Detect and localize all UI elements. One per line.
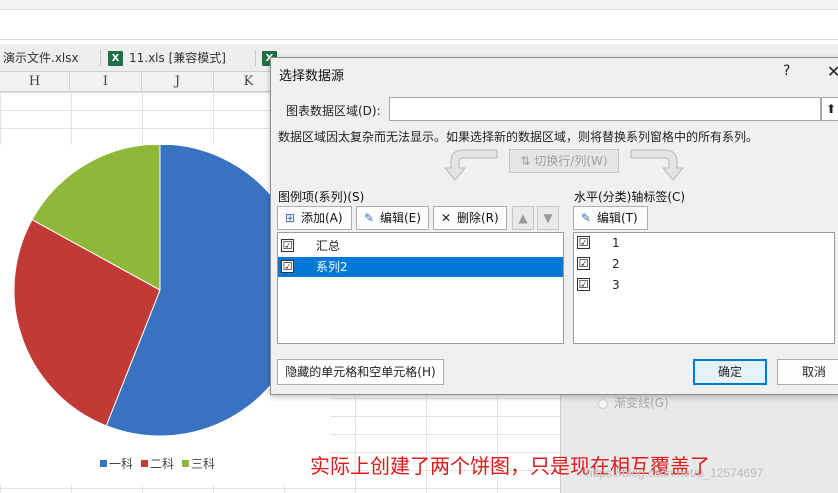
select-data-source-dialog: 选择数据源 ? ✕ 图表数据区域(D): ⬆ 数据区域因太复杂而无法显示。如果选… [270,57,838,395]
radio-icon [598,398,608,409]
series-item-series2[interactable]: ☑ 系列2 [278,257,563,277]
checkbox[interactable]: ☑ [577,257,590,270]
add-icon: ⊞ [284,211,296,225]
move-up-button[interactable]: ▲ [512,206,534,230]
tab-divider [100,50,101,66]
checkbox[interactable]: ☑ [577,236,590,249]
axis-label-text: 2 [612,257,620,271]
legend-swatch [100,460,107,467]
axis-toolbar: ✎ 编辑(T) [573,206,653,232]
chart-range-input[interactable] [389,97,821,121]
workbook-tab-11[interactable]: X 11.xls [兼容模式] [108,44,226,72]
switch-icon: ⇅ [520,154,535,168]
checkbox[interactable]: ☑ [577,278,590,291]
axis-label-item[interactable]: ☑ 2 [574,254,834,274]
dialog-title: 选择数据源 [279,69,345,84]
edit-label: 编辑(E) [380,211,421,225]
ok-button[interactable]: 确定 [693,359,767,385]
axis-label-item[interactable]: ☑ 3 [574,275,834,295]
watermark: https://blog.csdn.net/u_12574697 [586,466,764,480]
axis-edit-label: 编辑(T) [597,211,638,225]
legend-item[interactable]: 三科 [182,455,215,472]
legend-label: 一科 [109,457,134,471]
add-label: 添加(A) [301,211,343,225]
ribbon-strip [0,0,838,10]
series-toolbar: ⊞ 添加(A) ✎ 编辑(E) ✕ 删除(R) ▲ ▼ [277,206,567,232]
legend-item[interactable]: 二科 [141,455,174,472]
column-header-i[interactable]: I [70,72,142,92]
axis-labels-label: 水平(分类)轴标签(C) [574,190,686,204]
axis-label-text: 1 [612,236,620,250]
switch-label: 切换行/列(W) [534,154,608,168]
edit-axis-labels-button[interactable]: ✎ 编辑(T) [573,206,648,230]
series-item-total[interactable]: ☑ 汇总 [278,236,563,256]
curved-arrow-right-icon [630,149,685,181]
series-label: 汇总 [316,239,341,253]
column-header-h[interactable]: H [0,72,70,92]
excel-icon: X [108,51,123,66]
cancel-button[interactable]: 取消 [777,359,838,385]
tab-divider [255,50,256,66]
edit-icon: ✎ [363,211,375,225]
checkbox[interactable]: ☑ [281,239,294,252]
formula-bar[interactable] [0,10,838,40]
series-label: 系列2 [316,260,348,274]
legend-swatch [141,460,149,467]
checkbox[interactable]: ☑ [281,260,294,273]
legend-label: 二科 [150,457,175,471]
delete-icon: ✕ [440,211,452,225]
edit-icon: ✎ [580,211,592,225]
hidden-empty-cells-button[interactable]: 隐藏的单元格和空单元格(H) [277,359,444,385]
series-list[interactable]: ☑ 汇总 ☑ 系列2 [277,232,564,344]
legend-swatch [182,460,190,467]
range-info-text: 数据区域因太复杂而无法显示。如果选择新的数据区域，则将替换系列窗格中的所有系列。 [278,130,759,144]
axis-labels-list[interactable]: ☑ 1 ☑ 2 ☑ 3 [573,232,835,344]
switch-row-column-button[interactable]: ⇅ 切换行/列(W) [509,149,619,173]
chart-range-label: 图表数据区域(D): [286,104,381,118]
legend-entries-label: 图例项(系列)(S) [278,190,365,204]
help-button[interactable]: ? [783,63,790,79]
close-icon[interactable]: ✕ [827,62,838,81]
gradient-line-option[interactable]: 渐变线(G) [598,394,669,411]
curved-arrow-left-icon [443,149,498,181]
screen: 演示文件.xlsx X11.xls [兼容模式] X H I J K 渐变线(G… [0,0,838,493]
move-down-button[interactable]: ▼ [537,206,559,230]
workbook-tab-label: 11.xls [兼容模式] [129,51,226,65]
legend-label: 三科 [191,457,216,471]
delete-series-button[interactable]: ✕ 删除(R) [433,206,507,230]
add-series-button[interactable]: ⊞ 添加(A) [277,206,352,230]
gradient-line-label: 渐变线(G) [614,396,669,410]
delete-label: 删除(R) [457,211,499,225]
axis-label-item[interactable]: ☑ 1 [574,233,834,253]
column-header-j[interactable]: J [142,72,214,92]
edit-series-button[interactable]: ✎ 编辑(E) [356,206,429,230]
legend-item[interactable]: 一科 [100,455,133,472]
chart-legend[interactable]: 一科 二科 三科 [100,455,215,472]
axis-label-text: 3 [612,278,620,292]
workbook-tab-label: 演示文件.xlsx [3,51,79,65]
collapse-range-button[interactable]: ⬆ [821,97,838,121]
workbook-tab-demo[interactable]: 演示文件.xlsx [3,44,79,72]
